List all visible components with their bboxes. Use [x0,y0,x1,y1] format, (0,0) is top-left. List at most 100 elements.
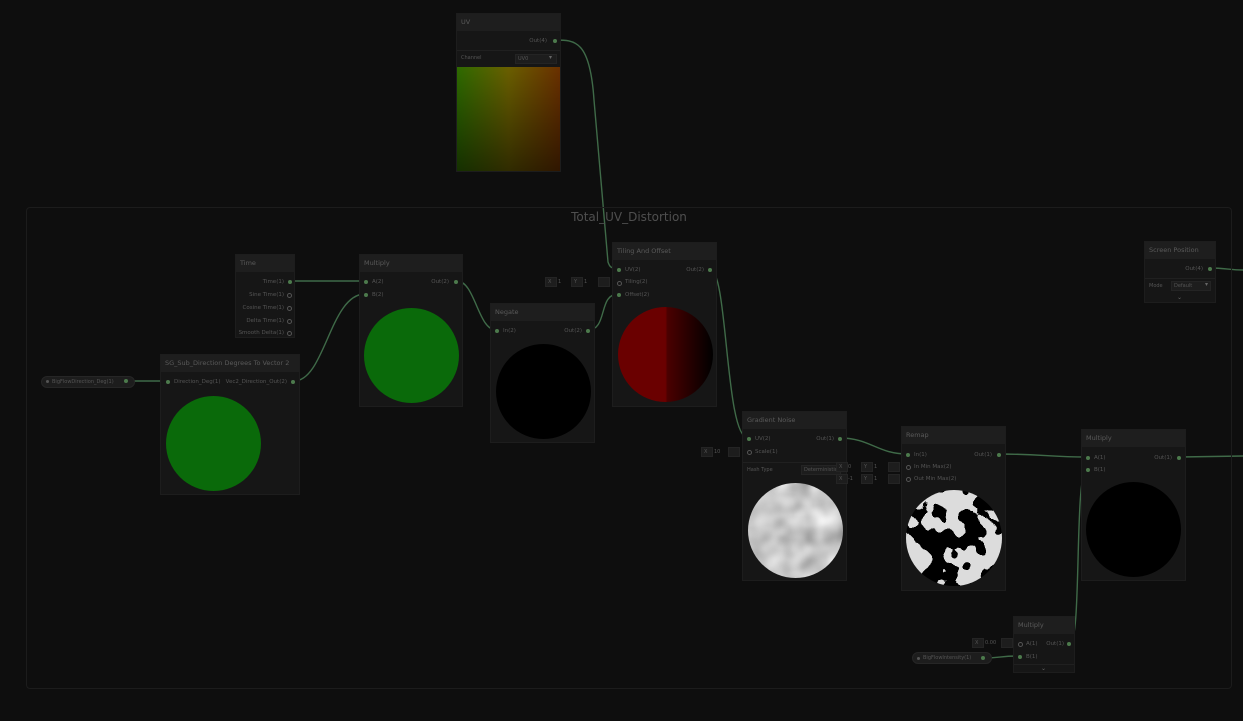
property-big-flow-intensity[interactable]: BigFlowIntensity(1) [912,652,992,664]
remap-out-y-value[interactable]: 1 [874,475,877,483]
port-b: B(2) [372,292,384,298]
port-out: Out(2) [431,279,449,285]
port-dot-sine[interactable] [287,293,292,298]
port-dot-vec2-out[interactable] [291,380,295,384]
property-port-dot[interactable] [124,379,128,383]
node-screen-position[interactable]: Screen Position Out(4) Mode Default ▾ ⌄ [1144,241,1216,303]
port-b: B(1) [1094,467,1106,473]
node-title: UV [457,14,560,31]
port-dot-in-minmax[interactable] [906,465,911,470]
node-title: Gradient Noise [743,412,846,429]
port-dot-out[interactable] [586,329,590,333]
port-out: Out(2) [686,267,704,273]
node-gradient-noise[interactable]: Gradient Noise UV(2) Scale(1) Out(1) Has… [742,411,847,581]
hash-type-label: Hash Type [747,467,773,473]
node-negate[interactable]: Negate In(2) Out(2) [490,303,595,443]
hash-type-dropdown[interactable]: Deterministic [801,465,841,475]
preview-remap-noise-circle [906,490,1002,586]
port-dot-out[interactable] [1067,642,1071,646]
port-time: Time(1) [262,279,284,285]
node-multiply-2[interactable]: Multiply A(1) B(1) Out(1) [1081,429,1186,581]
port-out: Out(4) [1185,266,1203,272]
port-dot-delta[interactable] [287,319,292,324]
port-dot-a[interactable] [1018,642,1023,647]
remap-out-port [888,474,900,484]
port-dot-uv[interactable] [617,268,621,272]
port-dot-out[interactable] [1177,456,1181,460]
channel-label: Channel [461,55,482,61]
expand-chevron-icon[interactable]: ⌄ [1041,666,1046,672]
port-dot-time[interactable] [288,280,292,284]
expand-chevron-icon[interactable]: ⌄ [1177,295,1182,301]
port-out: Out(2) [564,328,582,334]
port-dot-uv[interactable] [747,437,751,441]
property-pill-dot [46,380,49,383]
node-title: SG_Sub_Direction Degrees To Vector 2 [161,355,299,372]
remap-in-x-value[interactable]: 0 [848,463,851,471]
scale-x-value[interactable]: 10 [714,448,720,456]
port-dot-offset[interactable] [617,293,621,297]
chevron-down-icon: ▾ [549,54,553,61]
port-delta-time: Delta Time(1) [246,318,284,324]
remap-in-y-value[interactable]: 1 [874,463,877,471]
port-scale: Scale(1) [755,449,778,455]
node-tiling-and-offset[interactable]: Tiling And Offset UV(2) Tiling(2) Offset… [612,242,717,407]
port-dot-smooth[interactable] [287,331,292,336]
node-title: Remap [902,427,1005,444]
port-dot-out[interactable] [454,280,458,284]
remap-out-x-value[interactable]: -1 [848,475,853,483]
remap-in-y-label: Y [861,462,873,472]
port-tiling: Tiling(2) [625,279,648,285]
port-a: A(1) [1026,641,1038,647]
mult-x-value[interactable]: 0.00 [985,639,996,647]
port-dot-uv-out[interactable] [553,39,557,43]
port-dot-direction-in[interactable] [166,380,170,384]
port-dot-out[interactable] [838,437,842,441]
port-vec2-out: Vec2_Direction_Out(2) [225,379,287,385]
port-uv: UV(2) [755,436,771,442]
port-out-min-max: Out Min Max(2) [914,476,957,482]
preview-green-circle [364,308,459,403]
node-multiply-3[interactable]: Multiply A(1) B(1) Out(1) ⌄ [1013,616,1075,673]
node-remap[interactable]: Remap In(1) In Min Max(2) Out Min Max(2)… [901,426,1006,591]
port-dot-tiling[interactable] [617,281,622,286]
port-dot-cosine[interactable] [287,306,292,311]
node-title: Multiply [1082,430,1185,447]
chevron-down-icon: ▾ [1205,281,1209,288]
node-time[interactable]: Time Time(1) Sine Time(1) Cosine Time(1)… [235,254,295,338]
port-dot-b[interactable] [1086,468,1090,472]
port-dot-in[interactable] [495,329,499,333]
port-dot-a[interactable] [364,280,368,284]
port-dot-a[interactable] [1086,456,1090,460]
port-direction-in: Direction_Deg(1) [174,379,221,385]
port-dot-out-minmax[interactable] [906,477,911,482]
remap-in-x-label: X [836,462,848,472]
tiling-y-label: Y [571,277,583,287]
port-cosine-time: Cosine Time(1) [242,305,284,311]
port-b: B(1) [1026,654,1038,660]
node-sg-sub-direction[interactable]: SG_Sub_Direction Degrees To Vector 2 Dir… [160,354,300,495]
port-out: Out(1) [1046,641,1064,647]
property-port-dot[interactable] [981,656,985,660]
tiling-y-value[interactable]: 1 [584,278,587,286]
node-title: Screen Position [1145,242,1215,259]
preview-black-circle [496,344,591,439]
preview-red-gradient-circle [618,307,713,402]
node-title: Multiply [1014,617,1074,634]
port-dot-out[interactable] [708,268,712,272]
port-dot-scale[interactable] [747,450,752,455]
port-dot-out[interactable] [1208,267,1212,271]
remap-in-port [888,462,900,472]
port-out: Out(1) [1154,455,1172,461]
port-dot-b[interactable] [364,293,368,297]
preview-black-circle [1086,482,1181,577]
tiling-x-value[interactable]: 1 [558,278,561,286]
port-smooth-delta: Smooth Delta(1) [238,330,284,336]
node-multiply-1[interactable]: Multiply A(2) B(2) Out(2) [359,254,463,407]
property-big-flow-direction[interactable]: BigFlowDirection_Deg(1) [41,376,135,388]
property-label: BigFlowDirection_Deg(1) [52,379,114,385]
port-dot-in[interactable] [906,453,910,457]
node-uv[interactable]: UV Out(4) Channel UV0 ▾ [456,13,561,172]
port-dot-out[interactable] [997,453,1001,457]
port-dot-b[interactable] [1018,655,1022,659]
